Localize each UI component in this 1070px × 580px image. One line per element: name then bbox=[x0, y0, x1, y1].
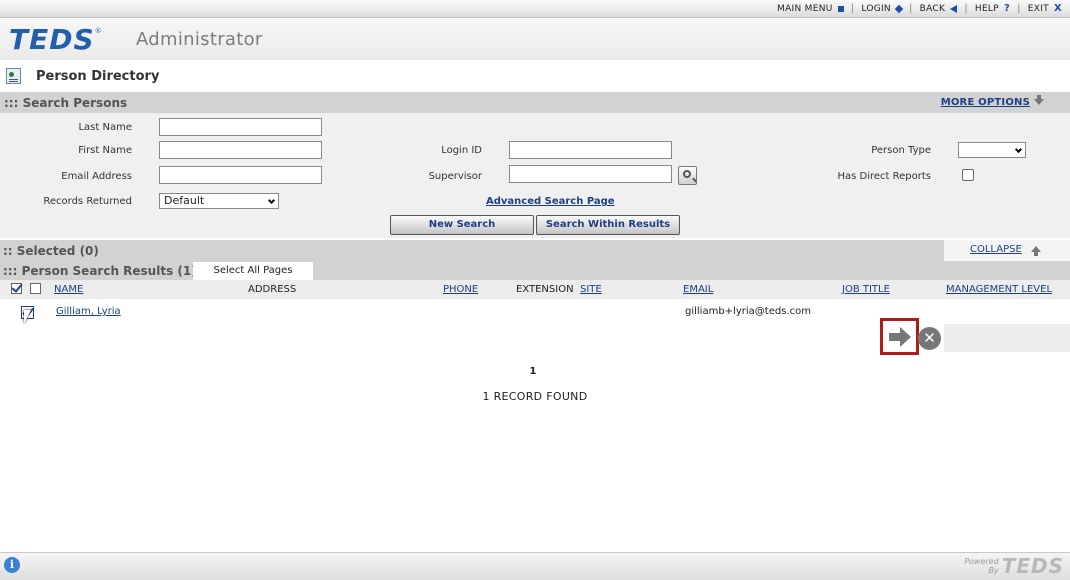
column-header-email[interactable]: EMAIL bbox=[683, 284, 713, 295]
email-address-input[interactable] bbox=[159, 166, 322, 184]
records-found-text: 1 RECORD FOUND bbox=[482, 390, 588, 403]
stop-square-icon bbox=[837, 5, 844, 12]
column-header-name[interactable]: NAME bbox=[54, 284, 83, 295]
column-header-extension: EXTENSION bbox=[516, 284, 574, 295]
powered-by-logo: Powered By TEDS bbox=[964, 554, 1064, 578]
info-icon[interactable]: i bbox=[4, 557, 20, 573]
column-header-address: ADDRESS bbox=[248, 284, 297, 295]
new-search-button[interactable]: New Search bbox=[390, 215, 534, 235]
supervisor-label: Supervisor bbox=[428, 171, 482, 182]
remove-circle-icon[interactable]: ✕ bbox=[918, 327, 941, 350]
results-section-title: ::: Person Search Results (1) bbox=[3, 264, 197, 278]
question-icon: ? bbox=[1003, 3, 1011, 14]
footer-bar: i Powered By TEDS bbox=[0, 552, 1070, 580]
main-menu-link[interactable]: MAIN MENU bbox=[777, 4, 844, 14]
records-returned-label: Records Returned bbox=[43, 196, 132, 207]
first-name-label: First Name bbox=[78, 145, 132, 156]
more-options-link[interactable]: MORE OPTIONS bbox=[941, 97, 1030, 108]
login-label: LOGIN bbox=[861, 3, 891, 14]
diamond-icon bbox=[894, 4, 904, 13]
logo-text: TEDS bbox=[9, 22, 95, 56]
search-within-results-button[interactable]: Search Within Results bbox=[536, 215, 680, 235]
last-name-input[interactable] bbox=[159, 118, 322, 136]
help-label: HELP bbox=[974, 3, 999, 14]
select-all-pages-button[interactable]: Select All Pages bbox=[193, 262, 313, 280]
back-triangle-icon bbox=[950, 4, 958, 13]
results-table-header: NAME ADDRESS PHONE EXTENSION SITE EMAIL … bbox=[0, 280, 1070, 299]
select-all-checkbox[interactable] bbox=[11, 283, 22, 294]
nav-divider: | bbox=[1017, 3, 1021, 14]
person-type-select[interactable] bbox=[958, 142, 1026, 158]
collapse-area: COLLAPSE bbox=[944, 240, 1070, 261]
has-direct-reports-checkbox[interactable] bbox=[962, 169, 974, 181]
back-link[interactable]: BACK bbox=[920, 4, 958, 14]
person-name-link[interactable]: Gilliam, Lyria bbox=[56, 306, 121, 317]
email-address-label: Email Address bbox=[61, 171, 132, 182]
selected-section-header: :: Selected (0) bbox=[0, 240, 944, 261]
supervisor-input[interactable] bbox=[509, 165, 672, 183]
column-header-management-level[interactable]: MANAGEMENT LEVEL bbox=[946, 284, 1052, 295]
login-link[interactable]: LOGIN bbox=[861, 3, 904, 14]
nav-divider: | bbox=[850, 3, 855, 14]
chevron-down-icon bbox=[1014, 145, 1023, 154]
down-arrow-icon[interactable] bbox=[1034, 95, 1044, 105]
selected-section-title: :: Selected (0) bbox=[3, 244, 99, 258]
person-email: gilliamb+lyria@teds.com bbox=[685, 306, 811, 317]
person-type-label: Person Type bbox=[871, 145, 931, 156]
powered-line: Powered bbox=[964, 557, 999, 566]
records-returned-select[interactable]: Default bbox=[159, 193, 279, 209]
directory-card-icon bbox=[6, 68, 21, 84]
chevron-down-icon bbox=[267, 196, 276, 205]
column-header-job-title[interactable]: JOB TITLE bbox=[842, 284, 890, 295]
powered-logo-text: TEDS bbox=[1001, 554, 1064, 578]
mouse-pointer-icon bbox=[24, 310, 38, 324]
advanced-search-link[interactable]: Advanced Search Page bbox=[486, 196, 615, 207]
arrow-head bbox=[900, 327, 911, 347]
nav-divider: | bbox=[908, 3, 913, 14]
magnifier-icon bbox=[683, 170, 691, 178]
nav-divider: | bbox=[964, 3, 968, 14]
main-menu-label: MAIN MENU bbox=[777, 3, 833, 14]
top-nav: MAIN MENU | LOGIN | BACK | HELP ? | EXIT… bbox=[777, 3, 1062, 14]
search-section-header: ::: Search Persons MORE OPTIONS bbox=[0, 92, 1070, 113]
exit-label: EXIT bbox=[1027, 3, 1049, 14]
has-direct-reports-label: Has Direct Reports bbox=[837, 171, 931, 182]
column-header-phone[interactable]: PHONE bbox=[443, 284, 478, 295]
go-arrow-icon[interactable] bbox=[889, 327, 911, 347]
powered-by-label: Powered By bbox=[964, 557, 998, 575]
supervisor-lookup-button[interactable] bbox=[678, 166, 697, 185]
back-label: BACK bbox=[919, 3, 946, 14]
close-x-icon: X bbox=[1053, 3, 1062, 14]
page-title: Person Directory bbox=[36, 69, 160, 84]
page-title-row: Person Directory bbox=[0, 62, 1070, 90]
deselect-all-checkbox[interactable] bbox=[30, 283, 41, 294]
login-id-input[interactable] bbox=[509, 141, 672, 159]
page-number-link[interactable]: 1 bbox=[525, 366, 541, 377]
collapse-link[interactable]: COLLAPSE bbox=[970, 244, 1022, 255]
results-section-header: ::: Person Search Results (1) bbox=[0, 261, 1070, 280]
app-name: Administrator bbox=[136, 29, 263, 50]
top-navigation-bar: MAIN MENU | LOGIN | BACK | HELP ? | EXIT… bbox=[0, 0, 1070, 18]
by-line: By bbox=[988, 566, 999, 575]
registered-mark: ® bbox=[94, 27, 102, 35]
row-action-area bbox=[944, 324, 1070, 352]
exit-link[interactable]: EXIT X bbox=[1028, 3, 1062, 14]
teds-logo: TEDS ® bbox=[9, 22, 102, 56]
first-name-input[interactable] bbox=[159, 141, 322, 159]
help-link[interactable]: HELP ? bbox=[975, 3, 1010, 14]
records-returned-value: Default bbox=[164, 194, 205, 207]
login-id-label: Login ID bbox=[441, 145, 482, 156]
column-header-site[interactable]: SITE bbox=[580, 284, 602, 295]
last-name-label: Last Name bbox=[78, 122, 132, 133]
app-header: TEDS ® Administrator bbox=[0, 18, 1070, 60]
search-section-title: ::: Search Persons bbox=[4, 96, 128, 110]
up-arrow-icon[interactable] bbox=[1031, 246, 1041, 256]
